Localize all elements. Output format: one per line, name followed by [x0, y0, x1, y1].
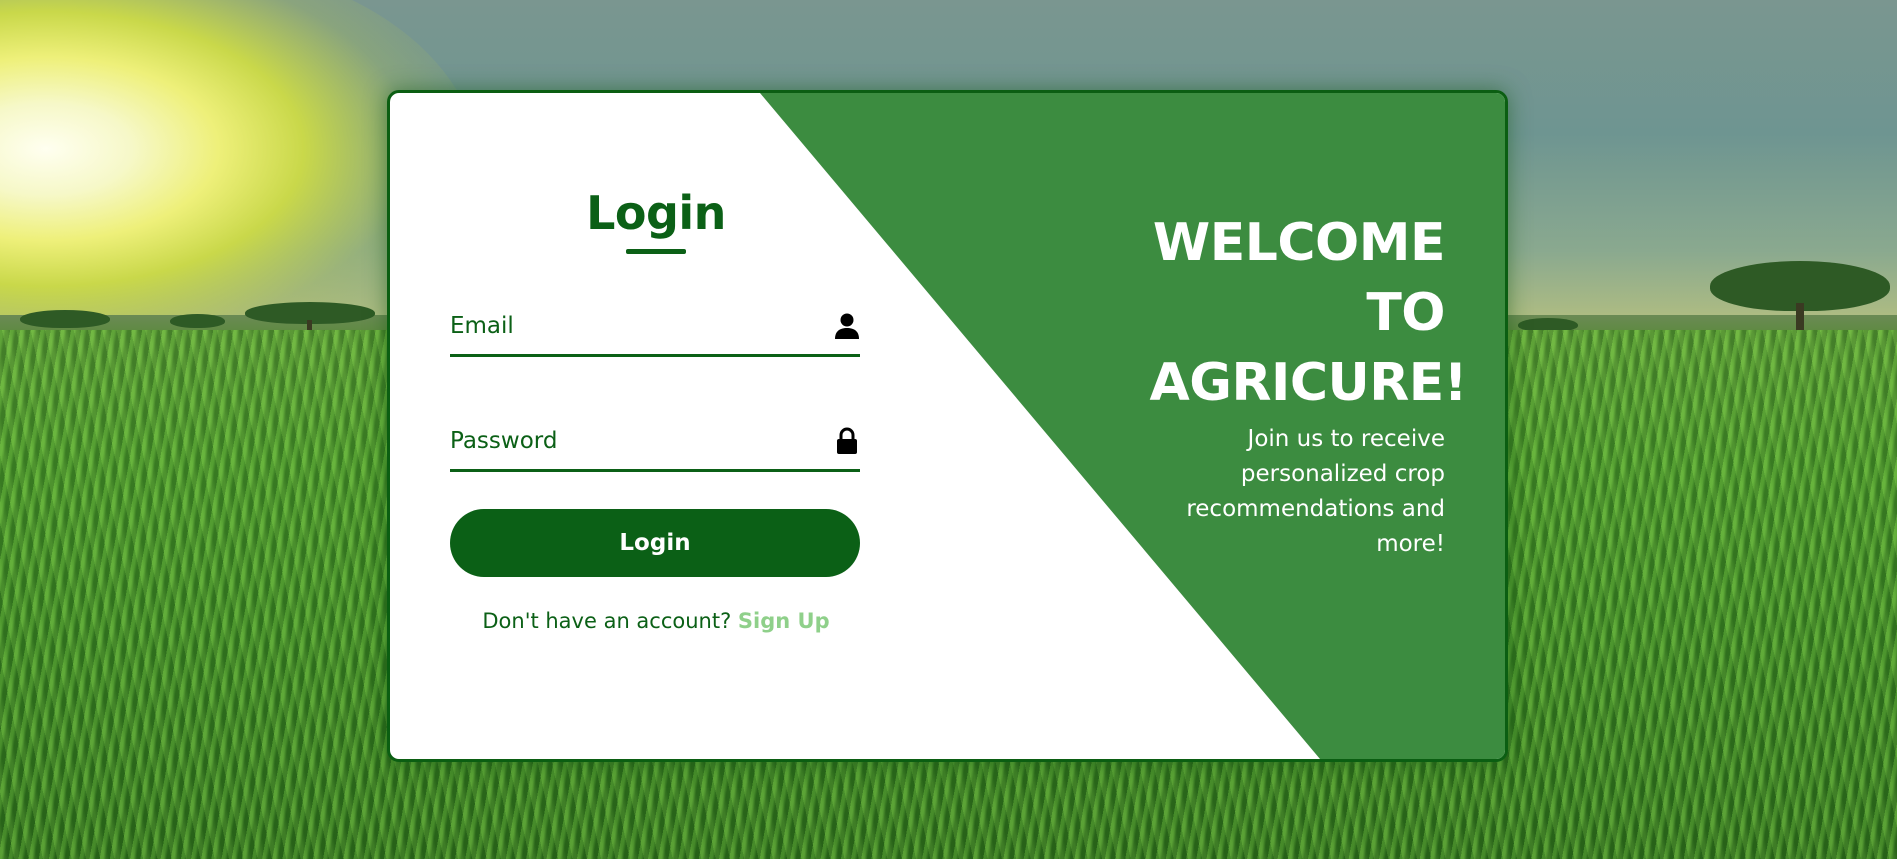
welcome-heading-line-2: TO: [1366, 283, 1445, 343]
welcome-heading-line-1: WELCOME: [1152, 213, 1446, 273]
login-form: Login Email Login Don't have an account?…: [450, 188, 862, 633]
user-icon: [834, 312, 860, 340]
login-button[interactable]: Login: [450, 508, 860, 577]
login-title: Login: [586, 186, 726, 240]
email-field-group: [450, 301, 860, 357]
password-field-group: [450, 416, 860, 472]
page-background: Login Email Login Don't have an account?…: [0, 0, 1897, 859]
password-input[interactable]: [450, 416, 810, 465]
welcome-description: Join us to receive personalized crop rec…: [1186, 426, 1445, 557]
signup-prompt-line: Don't have an account? Sign Up: [450, 609, 862, 633]
signup-link[interactable]: Sign Up: [738, 609, 830, 633]
title-underline: [626, 248, 686, 254]
signup-prompt-text: Don't have an account?: [482, 608, 732, 633]
email-input[interactable]: [450, 301, 810, 350]
tree-decoration: [1710, 255, 1890, 341]
lock-icon: [834, 427, 860, 455]
welcome-heading-line-3: AGRICURE!: [1149, 353, 1468, 413]
welcome-panel: WELCOME TO AGRICURE! Join us to receive …: [1125, 208, 1468, 562]
login-card: Login Email Login Don't have an account?…: [387, 90, 1508, 762]
